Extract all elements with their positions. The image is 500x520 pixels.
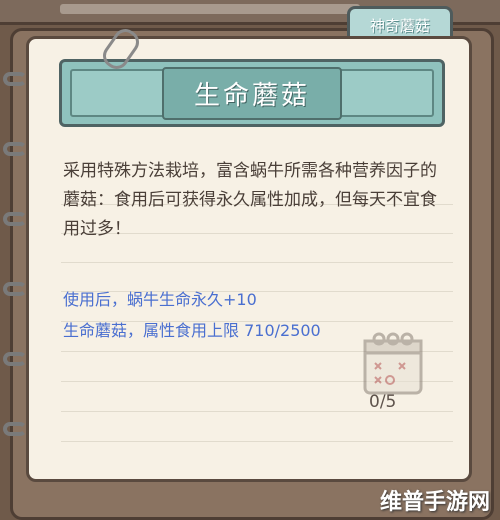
tab-label: 神奇蘑菇 bbox=[369, 17, 430, 35]
binder-ring-icon bbox=[3, 212, 27, 226]
effect-line-1: 使用后，蜗牛生命永久+10 bbox=[63, 290, 257, 309]
calendar-icon bbox=[363, 332, 423, 395]
item-description: 采用特殊方法栽培，富含蜗牛所需各种营养因子的蘑菇：食用后可获得永久属性加成，但每… bbox=[63, 161, 437, 239]
binder-ring-icon bbox=[3, 72, 27, 86]
ruled-line bbox=[61, 262, 453, 263]
binder-ring-icon bbox=[3, 352, 27, 366]
binder-ring-icon bbox=[3, 142, 27, 156]
title-banner-inner: 生命蘑菇 bbox=[70, 66, 434, 120]
binder-ring-icon bbox=[3, 282, 27, 296]
item-title: 生命蘑菇 bbox=[161, 66, 342, 120]
notebook-page: 生命蘑菇 采用特殊方法栽培，富含蜗牛所需各种营养因子的蘑菇：食用后可获得永久属性… bbox=[26, 36, 472, 482]
watermark: 维普手游网 bbox=[380, 490, 491, 515]
effect-line-2: 生命蘑菇，属性食用上限 710/2500 bbox=[63, 321, 321, 340]
top-frame-strip bbox=[60, 4, 360, 14]
binder-ring-icon bbox=[3, 422, 27, 436]
daily-use-counter: 0/5 bbox=[369, 392, 397, 412]
ruled-line bbox=[61, 441, 453, 442]
